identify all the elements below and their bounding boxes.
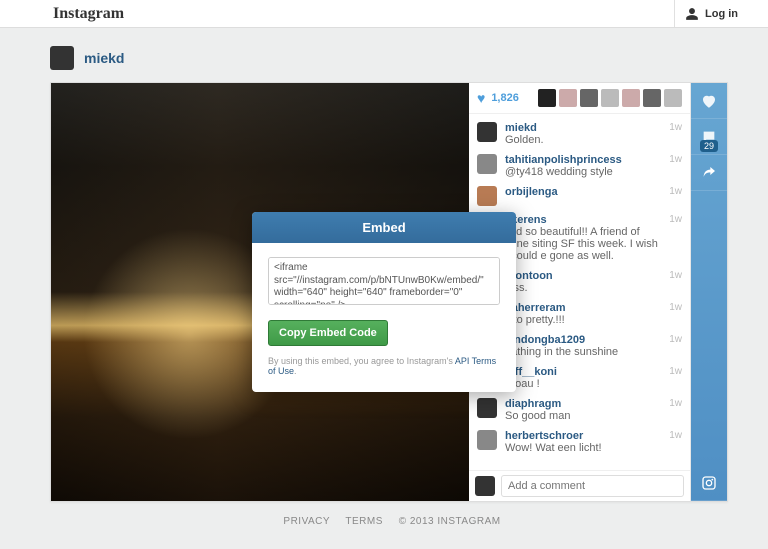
liker-avatar[interactable] bbox=[643, 89, 661, 107]
login-label: Log in bbox=[705, 8, 738, 20]
footer-copyright: © 2013 INSTAGRAM bbox=[399, 516, 501, 527]
copy-embed-button[interactable]: Copy Embed Code bbox=[268, 320, 388, 346]
top-bar: Instagram Log in bbox=[0, 0, 768, 28]
commenter-username[interactable]: diaphragm bbox=[505, 398, 561, 410]
liker-avatar[interactable] bbox=[601, 89, 619, 107]
comment-button[interactable]: 29 bbox=[691, 119, 727, 155]
comment-time: 1w bbox=[669, 334, 682, 358]
page-footer: PRIVACY TERMS © 2013 INSTAGRAM bbox=[50, 516, 728, 527]
comment-row: orbijlenga 1w bbox=[469, 182, 690, 210]
commenter-avatar[interactable] bbox=[477, 186, 497, 206]
add-comment-row bbox=[469, 470, 690, 501]
comment-body: Woau ! bbox=[505, 378, 663, 390]
post-author-row: miekd bbox=[50, 46, 728, 70]
comment-body: @ty418 wedding style bbox=[505, 166, 663, 178]
self-avatar bbox=[475, 476, 495, 496]
embed-legal-text: By using this embed, you agree to Instag… bbox=[268, 356, 500, 376]
commenter-avatar[interactable] bbox=[477, 398, 497, 418]
commenter-username[interactable]: herbertschroer bbox=[505, 430, 583, 442]
comment-count-badge: 29 bbox=[700, 140, 718, 152]
instagram-icon bbox=[701, 475, 717, 491]
comment-body: less. bbox=[505, 282, 663, 294]
comment-time: 1w bbox=[669, 214, 682, 262]
add-comment-input[interactable] bbox=[501, 475, 684, 497]
comment-body: Wow! Wat een licht! bbox=[505, 442, 663, 454]
liker-avatar[interactable] bbox=[664, 89, 682, 107]
comment-time: 1w bbox=[669, 122, 682, 146]
comment-row: miekdGolden. 1w bbox=[469, 118, 690, 150]
commenter-avatar[interactable] bbox=[477, 154, 497, 174]
liker-avatars bbox=[535, 89, 682, 107]
commenter-avatar[interactable] bbox=[477, 122, 497, 142]
comment-time: 1w bbox=[669, 398, 682, 422]
comment-time: 1w bbox=[669, 366, 682, 390]
comment-row: tahitianpolishprincess@ty418 wedding sty… bbox=[469, 150, 690, 182]
commenter-avatar[interactable] bbox=[477, 430, 497, 450]
comment-body: bathing in the sunshine bbox=[505, 346, 663, 358]
share-icon bbox=[701, 165, 717, 181]
commenter-username[interactable]: tahitianpolishprincess bbox=[505, 154, 622, 166]
comment-body: So good man bbox=[505, 410, 663, 422]
login-button[interactable]: Log in bbox=[674, 0, 748, 27]
liker-avatar[interactable] bbox=[622, 89, 640, 107]
embed-modal: Embed <iframe src="//instagram.com/p/bNT… bbox=[252, 212, 516, 392]
liker-avatar[interactable] bbox=[559, 89, 577, 107]
heart-icon: ♥ bbox=[477, 90, 485, 106]
liker-avatar[interactable] bbox=[538, 89, 556, 107]
author-username[interactable]: miekd bbox=[84, 50, 124, 66]
comment-time: 1w bbox=[669, 430, 682, 454]
embed-code-textarea[interactable]: <iframe src="//instagram.com/p/bNTUnwB0K… bbox=[268, 257, 500, 305]
comment-body: s to pretty.!!! bbox=[505, 314, 663, 326]
like-count[interactable]: 1,826 bbox=[491, 92, 519, 104]
commenter-username[interactable]: xindongba1209 bbox=[505, 334, 585, 346]
comment-time: 1w bbox=[669, 186, 682, 206]
embed-modal-title: Embed bbox=[252, 212, 516, 243]
action-rail: 29 bbox=[691, 83, 727, 501]
comment-time: 1w bbox=[669, 154, 682, 178]
liker-avatar[interactable] bbox=[580, 89, 598, 107]
instagram-link-button[interactable] bbox=[691, 465, 727, 501]
user-icon bbox=[685, 7, 699, 21]
comment-body: @d so beautiful!! A friend of mine sitin… bbox=[505, 226, 663, 262]
share-button[interactable] bbox=[691, 155, 727, 191]
commenter-username[interactable]: orbijlenga bbox=[505, 186, 558, 198]
like-button[interactable] bbox=[691, 83, 727, 119]
brand-logo[interactable]: Instagram bbox=[53, 5, 124, 23]
comment-body: Golden. bbox=[505, 134, 663, 146]
likes-row: ♥ 1,826 bbox=[469, 83, 690, 114]
commenter-username[interactable]: miekd bbox=[505, 122, 537, 134]
comment-row: diaphragmSo good man 1w bbox=[469, 394, 690, 426]
author-avatar[interactable] bbox=[50, 46, 74, 70]
comment-row: herbertschroerWow! Wat een licht! 1w bbox=[469, 426, 690, 458]
comment-time: 1w bbox=[669, 270, 682, 294]
footer-privacy-link[interactable]: PRIVACY bbox=[283, 516, 330, 527]
heart-icon bbox=[700, 92, 718, 110]
comment-time: 1w bbox=[669, 302, 682, 326]
footer-terms-link[interactable]: TERMS bbox=[345, 516, 383, 527]
